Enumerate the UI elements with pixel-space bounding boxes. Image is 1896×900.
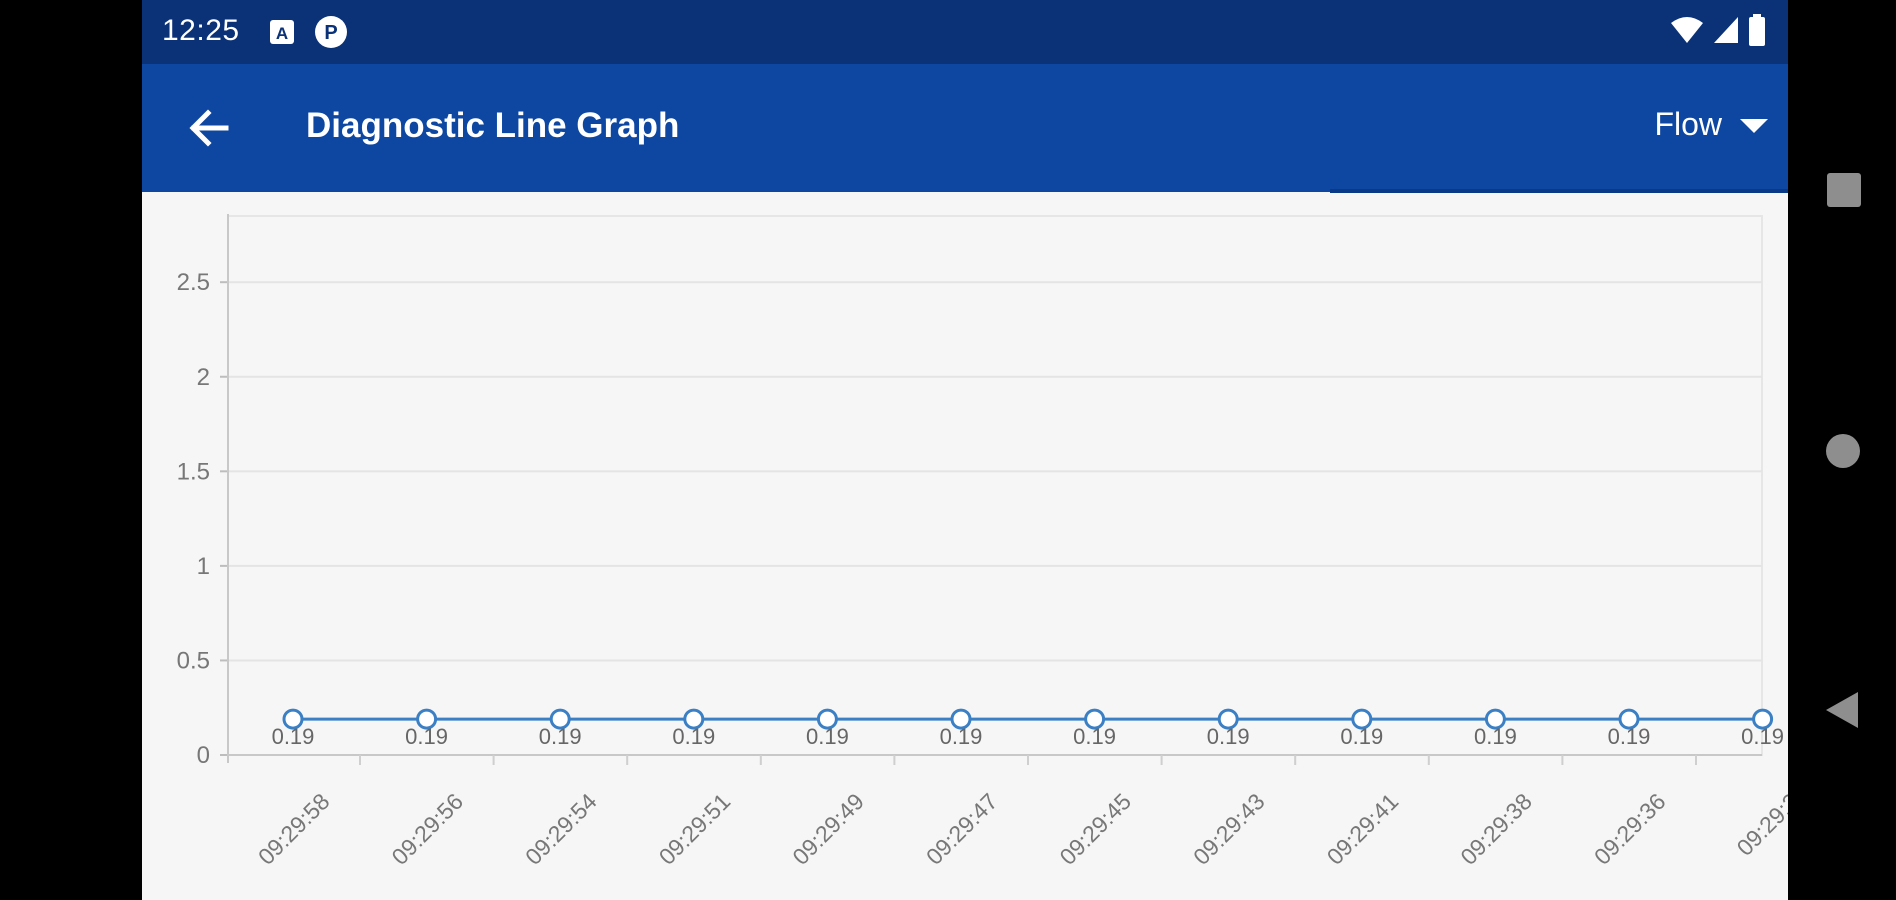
- a-notification-icon: A: [268, 18, 296, 46]
- svg-text:A: A: [276, 24, 288, 43]
- line-chart: 0 0.5 1 1.5 2 2.5 09:29:58 09:29:56 09:29:54 09:2…: [142, 192, 1788, 900]
- chart-frame: [227, 215, 1763, 756]
- y-tick-label: 1.5: [177, 458, 210, 485]
- back-triangle-icon: [1824, 692, 1860, 734]
- svg-text:P: P: [324, 22, 337, 44]
- phone-screen: 12:25 A P Diagnostic Line Graph Flow 0 0…: [142, 0, 1788, 900]
- y-tick-label: 2.5: [177, 269, 210, 296]
- data-label: 0.19: [1073, 724, 1116, 749]
- battery-icon: [1748, 13, 1766, 51]
- x-tick-label: 09:29:3: [1731, 788, 1788, 861]
- data-label: 0.19: [272, 724, 315, 749]
- page-title: Diagnostic Line Graph: [306, 106, 680, 145]
- x-tick-label: 09:29:43: [1188, 788, 1270, 870]
- dropdown-arrow-icon: [1740, 106, 1768, 143]
- wifi-icon: [1670, 15, 1704, 50]
- x-tick-label: 09:29:49: [787, 788, 869, 870]
- home-circle-icon: [1825, 434, 1861, 473]
- data-label: 0.19: [1207, 724, 1250, 749]
- back-nav-button[interactable]: [1824, 690, 1860, 735]
- x-tick-label: 09:29:45: [1054, 788, 1136, 870]
- navigation-bar: [1788, 0, 1896, 900]
- chart-svg: 0 0.5 1 1.5 2 2.5 09:29:58 09:29:56 09:29:54 09:2…: [177, 214, 1788, 870]
- y-tick-label: 2: [197, 364, 210, 391]
- status-time: 12:25: [162, 14, 240, 47]
- x-tick-label: 09:29:38: [1455, 788, 1537, 870]
- signal-icon: [1712, 15, 1740, 50]
- data-label: 0.19: [672, 724, 715, 749]
- data-label: 0.19: [405, 724, 448, 749]
- recents-square-icon: [1826, 173, 1862, 212]
- x-tick-label: 09:29:36: [1589, 788, 1671, 870]
- x-tick-label: 09:29:54: [520, 788, 602, 870]
- arrow-back-icon: [182, 109, 234, 158]
- data-label: 0.19: [1741, 724, 1784, 749]
- flow-dropdown[interactable]: Flow: [1654, 106, 1768, 143]
- data-label: 0.19: [940, 724, 983, 749]
- recents-button[interactable]: [1826, 172, 1862, 213]
- data-label: 0.19: [1608, 724, 1651, 749]
- data-label: 0.19: [1474, 724, 1517, 749]
- data-label: 0.19: [806, 724, 849, 749]
- y-tick-label: 0.5: [177, 647, 210, 674]
- data-label: 0.19: [1340, 724, 1383, 749]
- home-button[interactable]: [1825, 433, 1861, 474]
- y-tick-label: 0: [197, 742, 210, 769]
- x-tick-label: 09:29:51: [654, 788, 736, 870]
- back-button[interactable]: [182, 102, 234, 154]
- x-tick-label: 09:29:47: [921, 788, 1003, 870]
- y-tick-label: 1: [197, 553, 210, 580]
- x-tick-label: 09:29:58: [253, 788, 335, 870]
- x-tick-label: 09:29:56: [386, 788, 468, 870]
- status-bar: 12:25 A P: [142, 0, 1788, 64]
- x-tick-label: 09:29:41: [1322, 788, 1404, 870]
- p-notification-icon: P: [314, 15, 348, 49]
- app-bar: Diagnostic Line Graph Flow: [142, 64, 1788, 192]
- data-label: 0.19: [539, 724, 582, 749]
- flow-dropdown-label: Flow: [1654, 106, 1722, 142]
